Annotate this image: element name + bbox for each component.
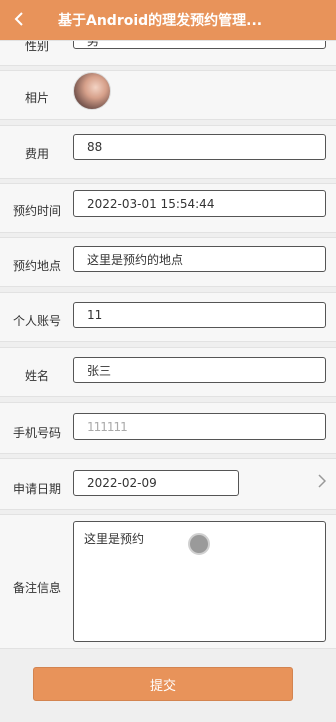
avatar[interactable] (73, 72, 111, 110)
back-button[interactable] (8, 8, 30, 30)
remark-label: 备注信息 (12, 581, 61, 595)
fee-label: 费用 (24, 147, 49, 161)
fee-input[interactable]: 88 (73, 134, 326, 160)
account-input[interactable]: 11 (73, 302, 326, 328)
appointment-time-input[interactable]: 2022-03-01 15:54:44 (73, 190, 326, 217)
account-row: 个人账号 11 (0, 292, 336, 342)
name-input[interactable]: 张三 (73, 357, 326, 383)
appointment-place-input[interactable]: 这里是预约的地点 (73, 246, 326, 272)
photo-row: 相片 (0, 70, 336, 120)
phone-row: 手机号码 111111 (0, 402, 336, 454)
remark-text: 这里是预约 (84, 532, 145, 546)
phone-input[interactable]: 111111 (73, 413, 326, 440)
touch-indicator (188, 533, 210, 555)
appointment-place-label: 预约地点 (12, 259, 61, 273)
gender-label: 性别 (24, 40, 49, 53)
chevron-left-icon (14, 12, 23, 26)
apply-date-input[interactable]: 2022-02-09 (73, 470, 239, 496)
fee-row: 费用 88 (0, 125, 336, 179)
apply-date-row: 申请日期 2022-02-09 (0, 458, 336, 510)
appointment-time-row: 预约时间 2022-03-01 15:54:44 (0, 183, 336, 233)
gender-row: 性别 男 (0, 40, 336, 66)
gender-field[interactable]: 男 (73, 41, 326, 49)
apply-date-label: 申请日期 (12, 482, 61, 496)
submit-button[interactable]: 提交 (33, 667, 293, 701)
chevron-right-icon[interactable] (318, 474, 327, 492)
appointment-place-row: 预约地点 这里是预约的地点 (0, 237, 336, 287)
name-row: 姓名 张三 (0, 347, 336, 397)
page-title: 基于Android的理发预约管理... (58, 13, 263, 29)
phone-value: 111111 (87, 419, 128, 434)
name-label: 姓名 (24, 369, 49, 383)
photo-label: 相片 (24, 91, 49, 105)
app-header: 基于Android的理发预约管理... (0, 0, 336, 40)
phone-label: 手机号码 (12, 426, 61, 440)
account-label: 个人账号 (12, 314, 61, 328)
appointment-time-label: 预约时间 (12, 204, 61, 218)
